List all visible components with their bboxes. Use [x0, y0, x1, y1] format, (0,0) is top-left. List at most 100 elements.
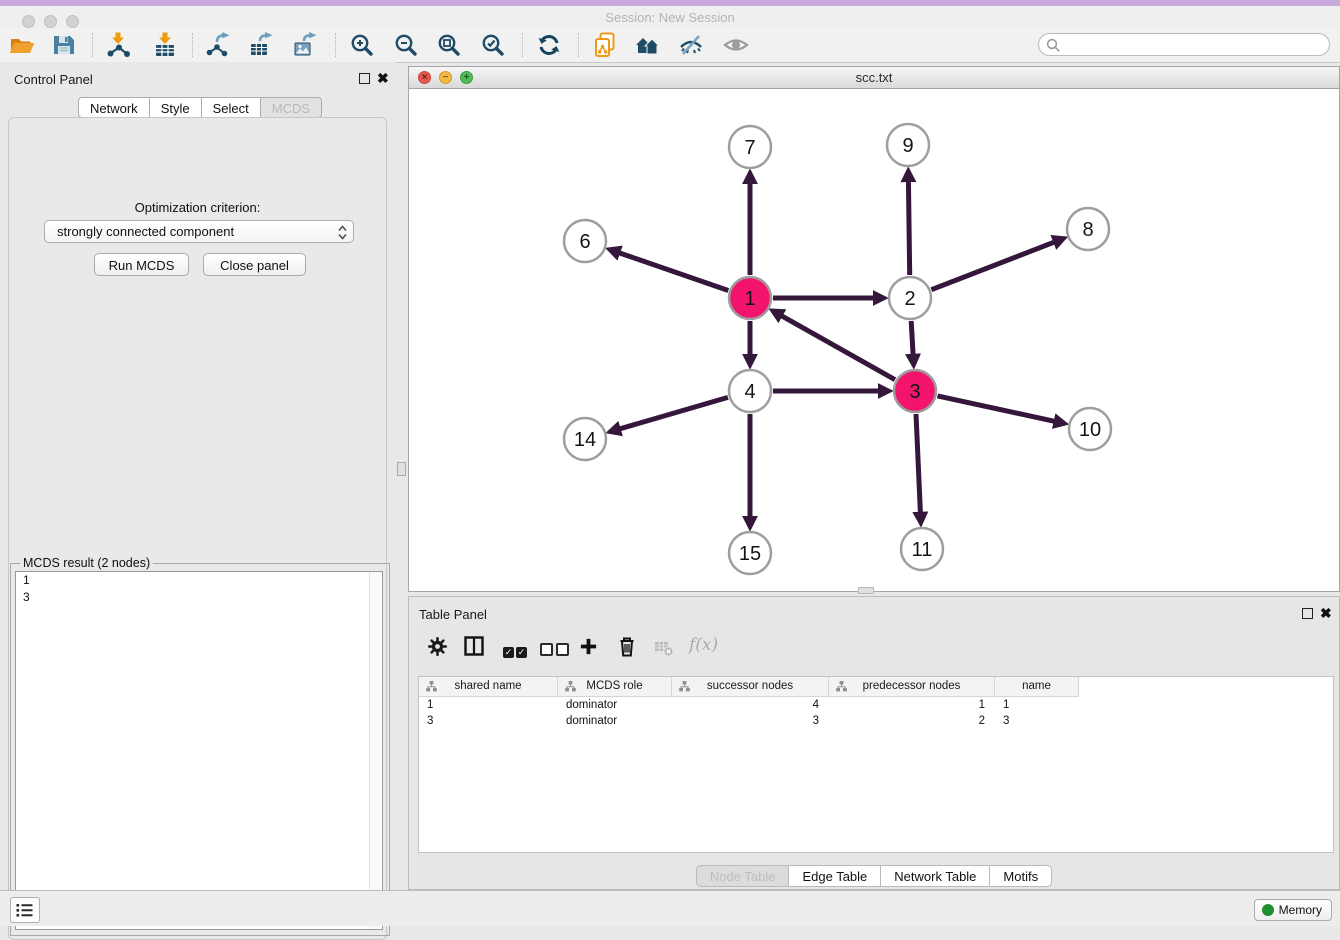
graph-node-3[interactable]: 3 [894, 370, 936, 412]
network-graph[interactable]: 7 9 6 8 1 2 4 3 14 10 15 11 [409, 89, 1339, 592]
criterion-value: strongly connected component [57, 224, 234, 239]
add-column-button[interactable] [579, 637, 598, 661]
graph-node-6[interactable]: 6 [564, 220, 606, 262]
graph-node-2[interactable]: 2 [889, 277, 931, 319]
tab-network[interactable]: Network [78, 97, 150, 118]
close-panel-button[interactable]: Close panel [203, 253, 306, 276]
fit-content-button[interactable] [436, 32, 462, 58]
graph-node-14[interactable]: 14 [564, 418, 606, 460]
show-all-button[interactable] [723, 32, 749, 58]
criterion-dropdown[interactable]: strongly connected component [44, 220, 354, 243]
graph-node-8[interactable]: 8 [1067, 208, 1109, 250]
run-mcds-button[interactable]: Run MCDS [94, 253, 189, 276]
panel-splitter-grip[interactable] [397, 462, 406, 476]
deselect-all-button[interactable] [540, 643, 569, 661]
mcds-result-item[interactable]: 3 [16, 589, 382, 606]
split-view-button[interactable] [464, 636, 484, 661]
zoom-out-button[interactable] [393, 32, 419, 58]
node-table: shared nameMCDS rolesuccessor nodesprede… [418, 676, 1334, 853]
graph-node-15[interactable]: 15 [729, 532, 771, 574]
tab-edge-table[interactable]: Edge Table [788, 865, 881, 887]
checkbox-checked-icon [503, 647, 514, 658]
graph-node-7[interactable]: 7 [729, 126, 771, 168]
toolbar-separator [192, 33, 193, 57]
table-row[interactable]: 1dominator411 [419, 697, 1333, 713]
hide-selected-button[interactable] [678, 32, 704, 58]
checkbox-empty-icon [556, 643, 569, 656]
import-network-icon [105, 32, 131, 58]
function-builder-button[interactable]: f(x) [689, 635, 718, 655]
graph-edge-3-11[interactable] [916, 414, 921, 515]
network-window-titlebar[interactable]: × − + scc.txt [409, 67, 1339, 89]
first-neighbors-button[interactable] [635, 32, 661, 58]
column-header-shared-name[interactable]: shared name [419, 677, 558, 697]
graph-node-1[interactable]: 1 [729, 277, 771, 319]
tab-mcds[interactable]: MCDS [260, 97, 322, 118]
node-label: 8 [1082, 219, 1093, 241]
tab-select[interactable]: Select [201, 97, 261, 118]
column-header-predecessor-nodes[interactable]: predecessor nodes [829, 677, 995, 697]
graph-edge-4-14[interactable] [618, 397, 728, 429]
graph-node-11[interactable]: 11 [901, 528, 943, 570]
task-history-button[interactable] [10, 897, 40, 923]
eye-icon [723, 32, 749, 58]
delete-table-button[interactable] [654, 640, 674, 662]
node-label: 6 [579, 231, 590, 253]
result-scrollbar[interactable] [369, 572, 382, 929]
search-field[interactable] [1038, 33, 1330, 56]
duplicate-network-icon [592, 32, 618, 58]
memory-label: Memory [1279, 903, 1322, 917]
tab-node-table[interactable]: Node Table [696, 865, 790, 887]
delete-column-button[interactable] [617, 636, 637, 662]
control-panel-float-button[interactable] [359, 73, 370, 84]
graph-node-9[interactable]: 9 [887, 124, 929, 166]
zoom-in-button[interactable] [349, 32, 375, 58]
save-session-button[interactable] [51, 32, 77, 58]
mcds-result-item[interactable]: 1 [16, 572, 382, 589]
import-network-button[interactable] [105, 32, 131, 58]
search-input[interactable] [1065, 35, 1324, 56]
tab-style[interactable]: Style [149, 97, 202, 118]
control-panel-close-icon[interactable]: ✖ [377, 72, 389, 84]
column-header-mcds-role[interactable]: MCDS role [558, 677, 672, 697]
graph-edge-2-8[interactable] [931, 241, 1056, 289]
table-cell: 1 [829, 697, 995, 713]
memory-status-icon [1262, 904, 1274, 916]
graph-node-4[interactable]: 4 [729, 370, 771, 412]
table-panel-float-button[interactable] [1302, 608, 1313, 619]
tab-network-table[interactable]: Network Table [880, 865, 990, 887]
table-cell: 3 [995, 713, 1079, 729]
column-header-successor-nodes[interactable]: successor nodes [672, 677, 829, 697]
table-panel-close-icon[interactable]: ✖ [1320, 607, 1332, 619]
graph-edge-1-6[interactable] [617, 252, 728, 290]
export-table-button[interactable] [248, 32, 274, 58]
memory-button[interactable]: Memory [1254, 899, 1332, 921]
toolbar-separator [335, 33, 336, 57]
export-image-button[interactable] [292, 32, 318, 58]
dropdown-stepper-icon [337, 224, 348, 241]
import-table-button[interactable] [152, 32, 178, 58]
export-network-icon [205, 32, 231, 58]
open-session-button[interactable] [9, 32, 35, 58]
select-all-button[interactable] [503, 642, 527, 660]
graph-edge-3-10[interactable] [938, 396, 1057, 422]
tab-motifs[interactable]: Motifs [989, 865, 1052, 887]
zoom-selected-button[interactable] [480, 32, 506, 58]
node-label: 15 [739, 543, 761, 565]
graph-edge-2-3[interactable] [911, 321, 913, 357]
table-settings-button[interactable] [428, 637, 447, 661]
home-icon [635, 32, 661, 58]
table-row[interactable]: 3dominator323 [419, 713, 1333, 729]
mcds-result-list[interactable]: 13 [15, 571, 383, 930]
graph-edge-2-9[interactable] [908, 179, 909, 275]
duplicate-network-button[interactable] [592, 32, 618, 58]
graph-edge-3-1[interactable] [780, 315, 895, 380]
column-header-name[interactable]: name [995, 677, 1079, 697]
table-splitter-grip[interactable] [858, 587, 874, 594]
graph-node-10[interactable]: 10 [1069, 408, 1111, 450]
table-cell: 4 [672, 697, 829, 713]
checkbox-empty-icon [540, 643, 553, 656]
toolbar-separator [92, 33, 93, 57]
apply-layout-button[interactable] [536, 32, 562, 58]
export-network-button[interactable] [205, 32, 231, 58]
